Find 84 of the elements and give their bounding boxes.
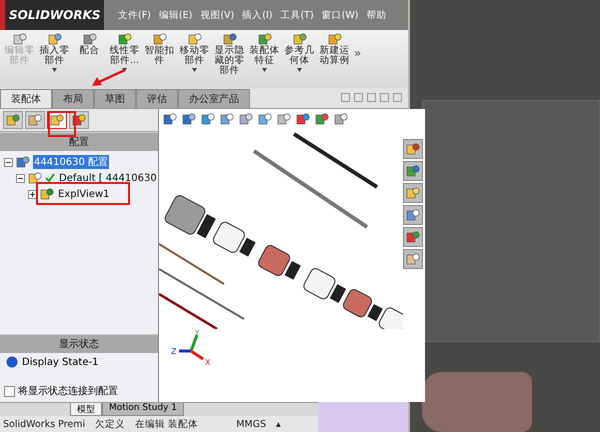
panel-tab[interactable] <box>3 111 23 129</box>
component-icon <box>118 32 132 46</box>
tab[interactable]: 布局 <box>52 89 94 108</box>
view-tool-icon <box>220 112 234 126</box>
task-pane-button[interactable] <box>402 161 423 181</box>
menu-item[interactable]: 视图(V) <box>200 8 234 22</box>
view-tool-icon <box>238 112 253 126</box>
toolbar-button[interactable]: 线性零部件... <box>107 32 142 72</box>
component-icon <box>292 32 306 46</box>
toolbar-button[interactable]: 配合 <box>72 32 107 56</box>
status-text: SolidWorks Premi <box>3 418 86 430</box>
component-icon <box>258 32 272 46</box>
component-icon <box>188 32 202 46</box>
task-pane-icon <box>406 164 420 178</box>
task-pane-icon <box>406 252 420 266</box>
more-button[interactable]: » <box>352 32 364 60</box>
toolbar-button[interactable]: 显示隐藏的零部件 <box>212 32 247 76</box>
app-logo[interactable]: SOLIDWORKS <box>0 0 104 30</box>
tab[interactable]: 模型 <box>70 403 102 416</box>
tab[interactable]: 草图 <box>94 89 136 108</box>
toolbar-button[interactable]: 参考几何体 <box>282 32 317 72</box>
view-tool-icon <box>334 112 348 126</box>
sphere-icon <box>6 356 18 368</box>
task-pane-button[interactable] <box>402 205 423 225</box>
toolbar-button[interactable]: 移动零部件 <box>177 32 212 72</box>
status-text: 欠定义 <box>95 418 126 430</box>
collapse-toggle[interactable] <box>16 174 25 182</box>
task-pane-icon <box>406 186 420 200</box>
toolbar-button[interactable]: 装配体特征 <box>247 32 282 72</box>
tab[interactable]: 评估 <box>136 89 178 108</box>
exploded-view-icon <box>40 187 54 201</box>
tab[interactable]: 装配体 <box>0 89 52 108</box>
tree-item[interactable]: 44410630 配置 <box>33 155 110 169</box>
task-pane-button[interactable] <box>402 183 423 203</box>
component-icon <box>82 32 96 46</box>
tab[interactable]: Motion Study 1 <box>102 403 184 416</box>
view-tool-icon <box>258 112 272 126</box>
checkbox[interactable] <box>4 386 15 396</box>
menu-item[interactable]: 窗口(W) <box>322 8 358 22</box>
view-tool-icon <box>314 112 329 126</box>
menu-item[interactable]: 文件(F) <box>118 8 151 22</box>
menu-item[interactable]: 工具(T) <box>280 8 314 22</box>
highlight-frame <box>48 111 76 137</box>
tree-item[interactable]: ExplView1 <box>57 188 110 200</box>
toolbar-button[interactable]: 新建运动算例 <box>317 32 352 66</box>
panel-tab-icon <box>6 113 20 127</box>
checkbox-label: 将显示状态连接到配置 <box>18 384 118 398</box>
task-pane-icon <box>406 208 420 222</box>
collapse-toggle[interactable] <box>4 158 13 166</box>
panel-tab-icon <box>28 113 42 127</box>
menu-item[interactable]: 编辑(E) <box>158 8 192 22</box>
component-icon <box>152 32 166 46</box>
task-pane-icon <box>406 230 420 244</box>
component-icon <box>48 32 62 46</box>
component-icon <box>12 32 26 46</box>
view-tool-icon <box>182 112 196 126</box>
list-item[interactable]: Display State-1 <box>22 356 98 368</box>
pointer-arrow <box>92 69 126 87</box>
panel-tab-icon <box>50 113 64 127</box>
view-tool-icon <box>296 112 310 126</box>
task-pane-button[interactable] <box>402 139 423 159</box>
component-icon <box>328 32 342 46</box>
configuration-icon <box>28 171 42 185</box>
tab[interactable]: 办公室产品 <box>178 89 250 108</box>
panel-tab-icon <box>72 113 86 127</box>
status-text: 在编辑 装配体 <box>135 418 198 430</box>
view-tool-icon <box>162 112 177 126</box>
menu-item[interactable]: 帮助 <box>366 8 386 22</box>
toolbar-button[interactable]: 智能扣件 <box>142 32 177 66</box>
view-tool-icon <box>200 112 215 126</box>
menu-item[interactable]: 插入(I) <box>242 8 272 22</box>
status-text: ▴ <box>276 418 281 430</box>
section-header: 配置 <box>0 132 158 151</box>
status-text: MMGS <box>236 418 266 430</box>
assembly-icon <box>16 155 30 169</box>
task-pane-icon <box>406 142 420 156</box>
view-tool-icon <box>276 112 291 126</box>
task-pane-button[interactable] <box>402 249 423 269</box>
expand-toggle[interactable] <box>28 190 37 198</box>
section-header: 显示状态 <box>0 334 158 353</box>
toolbar-button[interactable]: 插入零部件 <box>37 32 72 72</box>
component-icon <box>222 32 236 46</box>
panel-tab[interactable] <box>25 111 45 129</box>
task-pane-button[interactable] <box>402 227 423 247</box>
